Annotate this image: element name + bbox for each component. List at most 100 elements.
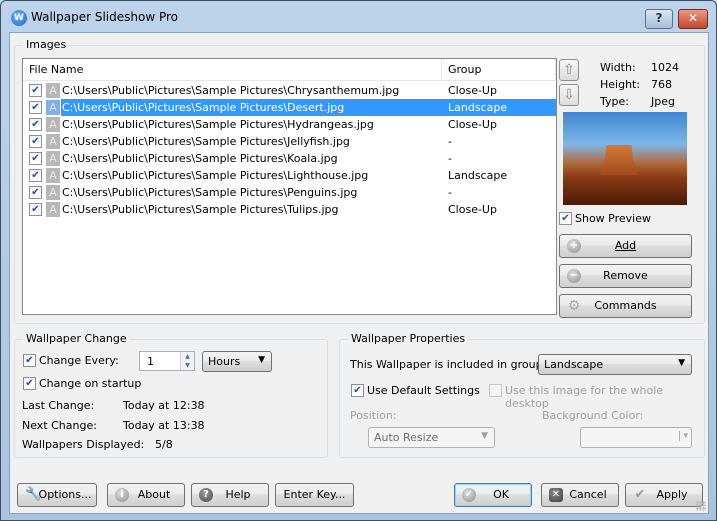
row-checkbox[interactable]: ✔ xyxy=(29,84,42,97)
dropdown-arrow-icon: ▼ xyxy=(258,355,265,365)
help-title-button[interactable]: ? xyxy=(645,9,673,29)
question-icon: ? xyxy=(199,488,213,502)
cancel-button[interactable]: ✕ Cancel xyxy=(541,483,619,507)
remove-button[interactable]: − Remove xyxy=(559,264,692,288)
type-label: Type: xyxy=(600,95,629,108)
use-default-settings-checkbox[interactable]: ✔ xyxy=(351,384,364,397)
position-label: Position: xyxy=(350,409,397,422)
last-change-label: Last Change: xyxy=(22,399,95,412)
column-file-name[interactable]: File Name xyxy=(29,63,83,76)
change-every-checkbox[interactable]: ✔ xyxy=(23,354,36,367)
whole-desktop-checkbox[interactable] xyxy=(489,384,502,397)
row-checkbox[interactable]: ✔ xyxy=(29,101,42,114)
show-preview-label[interactable]: Show Preview xyxy=(575,212,651,225)
dialog-client: Images File Name Group ✔ A C:\Users\Public… xyxy=(9,32,709,514)
resize-grip[interactable] xyxy=(696,501,706,511)
about-button[interactable]: i About xyxy=(107,483,185,507)
images-list[interactable]: File Name Group ✔ A C:\Users\Public\Pictur… xyxy=(22,58,557,315)
options-button[interactable]: 🔧 Options... xyxy=(17,483,97,507)
column-group[interactable]: Group xyxy=(448,63,482,76)
file-path-cell: C:\Users\Public\Pictures\Sample Pictures… xyxy=(62,135,350,148)
title-bar[interactable]: W Wallpaper Slideshow Pro ? ✕ xyxy=(1,1,716,33)
table-row[interactable]: ✔ A C:\Users\Public\Pictures\Sample Pictur… xyxy=(23,150,556,167)
apply-button[interactable]: ✔ Apply xyxy=(625,483,703,507)
checkmark-icon: ✔ xyxy=(634,487,646,502)
interval-spinner[interactable]: 1 ▲ ▼ xyxy=(139,351,195,371)
add-button[interactable]: + Add xyxy=(559,234,692,258)
table-row[interactable]: ✔ A C:\Users\Public\Pictures\Sample Pictur… xyxy=(23,167,556,184)
file-path-cell: C:\Users\Public\Pictures\Sample Pictures… xyxy=(62,203,339,216)
interval-value: 1 xyxy=(147,355,154,368)
file-attribute-icon: A xyxy=(46,100,60,115)
help-button[interactable]: ? Help xyxy=(191,483,269,507)
column-separator[interactable] xyxy=(555,59,556,81)
enter-key-button[interactable]: Enter Key... xyxy=(275,483,354,507)
column-separator[interactable] xyxy=(441,59,442,81)
wallpaper-change-title: Wallpaper Change xyxy=(23,332,130,345)
type-value: Jpeg xyxy=(651,95,675,108)
list-header: File Name Group xyxy=(23,59,556,81)
info-icon: i xyxy=(115,488,129,502)
wallpapers-displayed-label: Wallpapers Displayed: xyxy=(22,438,145,451)
whole-desktop-label[interactable]: Use this image for the whole desktop xyxy=(505,384,708,410)
add-button-label: Add xyxy=(614,239,637,252)
row-checkbox[interactable]: ✔ xyxy=(29,186,42,199)
table-row[interactable]: ✔ A C:\Users\Public\Pictures\Sample Pictur… xyxy=(23,184,556,201)
row-checkbox[interactable]: ✔ xyxy=(29,203,42,216)
apply-button-label: Apply xyxy=(656,488,688,501)
show-preview-checkbox[interactable]: ✔ xyxy=(559,212,572,225)
width-label: Width: xyxy=(600,61,636,74)
row-checkbox[interactable]: ✔ xyxy=(29,118,42,131)
row-checkbox[interactable]: ✔ xyxy=(29,152,42,165)
height-label: Height: xyxy=(600,78,641,91)
file-attribute-icon: A xyxy=(46,185,60,200)
arrow-up-icon: ⇧ xyxy=(563,62,575,78)
height-value: 768 xyxy=(651,78,672,91)
group-cell: - xyxy=(448,152,452,165)
last-change-value: Today at 12:38 xyxy=(123,399,205,412)
file-path-cell: C:\Users\Public\Pictures\Sample Pictures… xyxy=(62,169,369,182)
interval-unit-dropdown[interactable]: Hours ▼ xyxy=(202,351,272,372)
group-dropdown[interactable]: Landscape ▼ xyxy=(538,354,692,375)
file-path-cell: C:\Users\Public\Pictures\Sample Pictures… xyxy=(62,152,338,165)
change-on-startup-checkbox[interactable]: ✔ xyxy=(23,377,36,390)
group-cell: - xyxy=(448,135,452,148)
table-row[interactable]: ✔ A C:\Users\Public\Pictures\Sample Pictur… xyxy=(23,99,556,116)
group-cell: - xyxy=(448,186,452,199)
table-row[interactable]: ✔ A C:\Users\Public\Pictures\Sample Pictur… xyxy=(23,201,556,218)
spin-arrows[interactable]: ▲ ▼ xyxy=(180,352,194,370)
minus-icon: − xyxy=(567,269,581,283)
close-button[interactable]: ✕ xyxy=(678,9,708,29)
gear-icon: ⚙ xyxy=(567,298,581,314)
next-change-value: Today at 13:38 xyxy=(123,419,205,432)
change-on-startup-label[interactable]: Change on startup xyxy=(39,377,141,390)
table-row[interactable]: ✔ A C:\Users\Public\Pictures\Sample Pictur… xyxy=(23,116,556,133)
table-row[interactable]: ✔ A C:\Users\Public\Pictures\Sample Pictur… xyxy=(23,82,556,99)
wallpaper-properties-title: Wallpaper Properties xyxy=(348,332,469,345)
app-logo-icon: W xyxy=(11,10,27,26)
group-cell: Close-Up xyxy=(448,203,497,216)
commands-button-label: Commands xyxy=(594,299,657,312)
background-color-picker[interactable]: ▾ xyxy=(580,427,692,448)
ok-button[interactable]: ✓ OK xyxy=(454,483,532,507)
commands-button[interactable]: ⚙ Commands xyxy=(559,294,692,318)
change-every-label[interactable]: Change Every: xyxy=(39,354,119,367)
table-row[interactable]: ✔ A C:\Users\Public\Pictures\Sample Pictur… xyxy=(23,133,556,150)
ok-button-label: OK xyxy=(493,488,509,501)
file-path-cell: C:\Users\Public\Pictures\Sample Pictures… xyxy=(62,84,400,97)
wrench-icon: 🔧 xyxy=(25,487,42,502)
move-up-button[interactable]: ⇧ xyxy=(559,59,579,81)
dropdown-arrow-icon: ▾ xyxy=(679,431,688,441)
wallpaper-preview-image xyxy=(563,112,687,205)
row-checkbox[interactable]: ✔ xyxy=(29,169,42,182)
file-attribute-icon: A xyxy=(46,202,60,217)
row-checkbox[interactable]: ✔ xyxy=(29,135,42,148)
use-default-settings-label[interactable]: Use Default Settings xyxy=(367,384,480,397)
check-circle-icon: ✓ xyxy=(462,488,476,502)
cancel-x-icon: ✕ xyxy=(549,488,563,502)
help-button-label: Help xyxy=(225,488,251,501)
position-dropdown[interactable]: Auto Resize ▼ xyxy=(368,427,495,448)
background-color-label: Background Color: xyxy=(542,409,644,422)
move-down-button[interactable]: ⇩ xyxy=(559,84,579,106)
window-title: Wallpaper Slideshow Pro xyxy=(31,10,178,24)
